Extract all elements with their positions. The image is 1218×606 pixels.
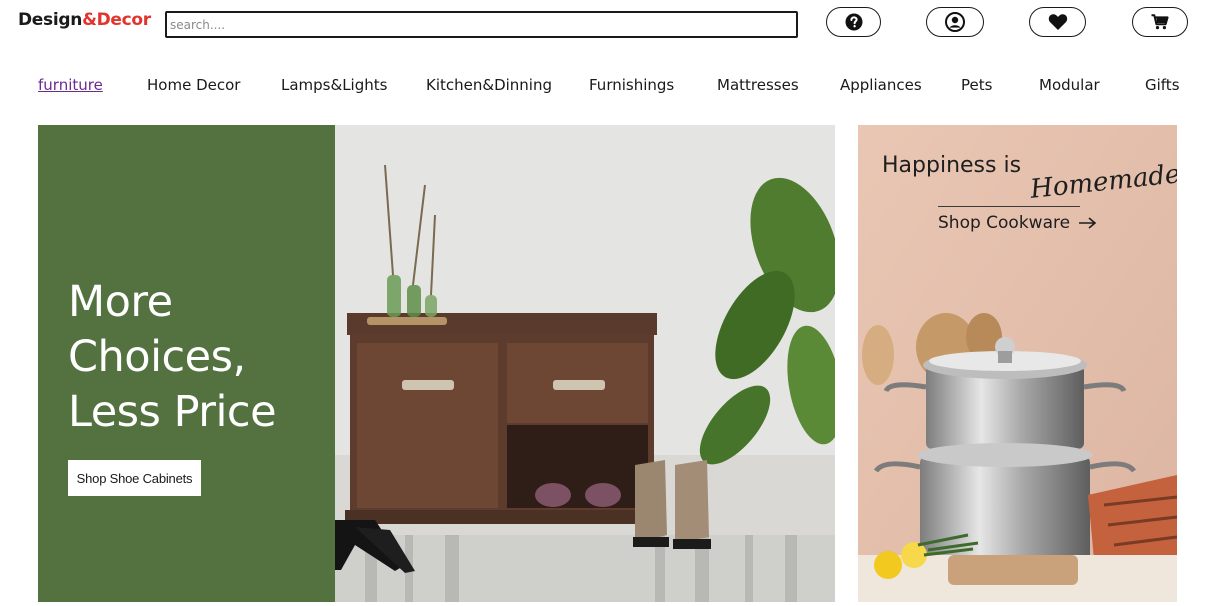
shop-shoe-cabinets-button[interactable]: Shop Shoe Cabinets (68, 460, 201, 496)
arrow-right-icon (1079, 217, 1097, 229)
cart-button[interactable] (1132, 7, 1188, 37)
nav-item-home-decor[interactable]: Home Decor (147, 75, 240, 95)
logo-text-design: Design (18, 10, 83, 30)
shop-cookware-label: Shop Cookware (938, 213, 1071, 233)
question-circle-icon (845, 13, 862, 31)
wishlist-button[interactable] (1029, 7, 1086, 37)
search-input[interactable] (165, 11, 798, 38)
help-button[interactable] (826, 7, 881, 37)
shop-cookware-link[interactable]: Shop Cookware (938, 213, 1097, 233)
site-logo[interactable]: Design&Decor (18, 10, 151, 30)
nav-item-appliances[interactable]: Appliances (840, 75, 922, 95)
cookware-photo (858, 125, 1177, 602)
cookware-headline: Happiness is (882, 153, 1022, 178)
nav-item-pets[interactable]: Pets (961, 75, 992, 95)
cart-icon (1151, 14, 1169, 30)
nav-item-mattresses[interactable]: Mattresses (717, 75, 799, 95)
hero-headline-line-1: More (68, 277, 173, 327)
hero-banner[interactable]: More Choices, Less Price Shop Shoe Cabin… (38, 125, 835, 602)
nav-item-gifts[interactable]: Gifts (1145, 75, 1180, 95)
nav-item-modular[interactable]: Modular (1039, 75, 1100, 95)
hero-headline: More Choices, Less Price (68, 275, 277, 440)
cookware-divider (938, 206, 1080, 207)
account-button[interactable] (926, 7, 984, 37)
hero-headline-line-3: Less Price (68, 387, 277, 437)
nav-item-furniture[interactable]: furniture (38, 75, 103, 95)
hero-text-panel: More Choices, Less Price Shop Shoe Cabin… (38, 125, 335, 602)
user-circle-icon (945, 12, 965, 32)
cookware-banner[interactable]: Happiness is Homemade Shop Cookware (858, 125, 1177, 602)
nav-item-lamps-lights[interactable]: Lamps&Lights (281, 75, 387, 95)
nav-item-furnishings[interactable]: Furnishings (589, 75, 674, 95)
nav-item-kitchen-dinning[interactable]: Kitchen&Dinning (426, 75, 552, 95)
hero-headline-line-2: Choices, (68, 332, 246, 382)
heart-icon (1048, 14, 1067, 30)
logo-text-decor: &Decor (82, 10, 151, 30)
shoe-cabinet-photo (335, 125, 835, 602)
